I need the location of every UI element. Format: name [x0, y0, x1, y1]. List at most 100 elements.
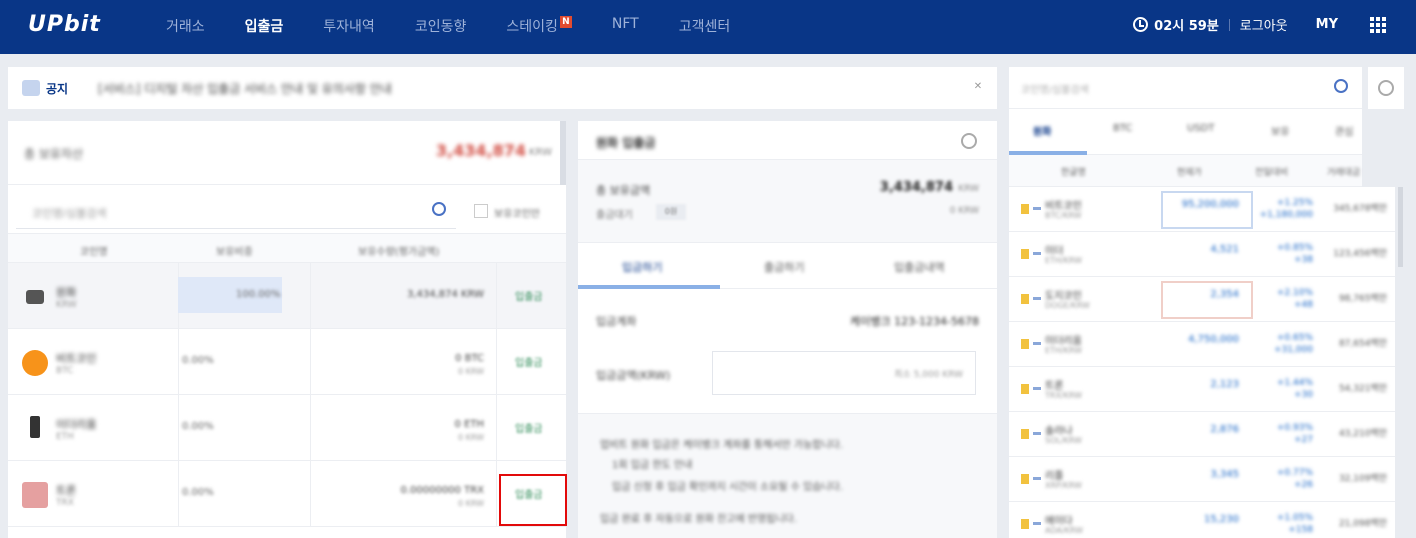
- market-change: +1.25% +1,180,000: [1260, 197, 1313, 221]
- hold-only-checkbox[interactable]: [474, 204, 488, 218]
- upbit-logo[interactable]: UPbit: [28, 12, 101, 37]
- deposit-withdraw-button[interactable]: 입출금: [515, 420, 543, 435]
- info-line: 업비트 원화 입금은 케이뱅크 계좌를 통해서만 가능합니다.: [600, 440, 844, 451]
- market-coin-name: 비트코인: [1045, 201, 1082, 212]
- tab-usdt[interactable]: USDT: [1187, 123, 1214, 134]
- scrollbar[interactable]: [1398, 187, 1403, 267]
- col-korean-name[interactable]: 한글명: [1061, 165, 1086, 178]
- market-price: 3,345: [1210, 469, 1239, 480]
- tab-history[interactable]: 입출금내역: [894, 259, 945, 275]
- market-price: 95,200,000: [1181, 199, 1239, 210]
- close-icon[interactable]: ✕: [971, 81, 985, 95]
- market-coin-symbol: ETH/KRW: [1045, 346, 1083, 355]
- amount-placeholder: 최소 5,000 KRW: [894, 370, 963, 380]
- col-hold-ratio[interactable]: 보유비중: [216, 243, 253, 258]
- deposit-info-box: 업비트 원화 입금은 케이뱅크 계좌를 통해서만 가능합니다. 1회 입금 한도…: [578, 413, 997, 538]
- nav-investments[interactable]: 투자내역: [323, 16, 375, 36]
- nav-coin-trends[interactable]: 코인동향: [415, 16, 467, 36]
- market-price: 4,521: [1210, 244, 1239, 255]
- market-row[interactable]: 도지코인 DOGE/KRW 2,354 +2.10% +48 98,765백만: [1009, 277, 1395, 322]
- chart-icon[interactable]: [1033, 432, 1041, 435]
- table-row[interactable]: 비트코인 BTC 0.00% 0 BTC 0 KRW 입출금: [8, 329, 566, 395]
- pending-value: 0 KRW: [949, 206, 979, 216]
- market-row[interactable]: 이더리움 ETH/KRW 4,750,000 +0.65% +31,000 87,654백…: [1009, 322, 1395, 367]
- market-table-header: 한글명 현재가 전일대비 거래대금: [1009, 155, 1362, 187]
- table-row[interactable]: 원화 KRW 100.00% 3,434,874 KRW 입출금: [8, 263, 566, 329]
- market-tabs: 원화 BTC USDT 보유 관심: [1009, 109, 1362, 155]
- tron-icon: [22, 482, 48, 508]
- nav-deposit-withdraw[interactable]: 입출금: [245, 16, 284, 36]
- col-coin-name[interactable]: 코인명: [80, 243, 108, 258]
- tab-withdraw[interactable]: 출금하기: [764, 259, 804, 275]
- market-change: +0.77% +26: [1277, 467, 1313, 491]
- star-icon[interactable]: [1021, 384, 1029, 394]
- table-row[interactable]: 트론 TRX 0.00% 0.00000000 TRX 0 KRW 입출금: [8, 461, 567, 527]
- nav-customer-center[interactable]: 고객센터: [679, 16, 731, 36]
- chart-icon[interactable]: [1033, 342, 1041, 345]
- tab-holdings[interactable]: 보유: [1271, 123, 1289, 138]
- col-change[interactable]: 전일대비: [1255, 165, 1288, 178]
- hold-amount-krw: 0 KRW: [457, 433, 484, 442]
- market-price: 2,123: [1210, 379, 1239, 390]
- deposit-amount-input[interactable]: 최소 5,000 KRW: [712, 351, 976, 395]
- col-volume[interactable]: 거래대금: [1327, 165, 1360, 178]
- market-row[interactable]: 리플 XRP/KRW 3,345 +0.77% +26 32,109백만: [1009, 457, 1395, 502]
- change-amount: +31,000: [1273, 345, 1313, 355]
- market-row[interactable]: 비트코인 BTC/KRW 95,200,000 +1.25% +1,180,000 345…: [1009, 187, 1395, 232]
- gear-icon[interactable]: [961, 133, 977, 149]
- notice-text[interactable]: [서비스] 디지털 자산 입출금 서비스 안내 및 유의사항 안내: [98, 80, 392, 97]
- chart-icon[interactable]: [1033, 522, 1041, 525]
- hold-ratio: 0.00%: [182, 355, 214, 366]
- market-price: 2,354: [1210, 289, 1239, 300]
- app-grid-icon[interactable]: [1370, 16, 1386, 33]
- col-hold-amount[interactable]: 보유수량(평가금액): [358, 243, 439, 258]
- star-icon[interactable]: [1021, 474, 1029, 484]
- nav-nft[interactable]: NFT: [612, 16, 639, 36]
- tab-krw[interactable]: 원화: [1033, 123, 1051, 138]
- chart-icon[interactable]: [1033, 252, 1041, 255]
- gear-icon[interactable]: [1378, 80, 1394, 96]
- search-icon[interactable]: [1334, 79, 1348, 93]
- my-page-link[interactable]: MY: [1316, 17, 1338, 32]
- total-assets-row: 총 보유자산 3,434,874 KRW: [8, 121, 566, 185]
- deposit-withdraw-button[interactable]: 입출금: [515, 288, 543, 303]
- table-row[interactable]: 이더리움 ETH 0.00% 0 ETH 0 KRW 입출금: [8, 395, 566, 461]
- search-icon[interactable]: [432, 202, 446, 216]
- market-row[interactable]: 에이다 ADA/KRW 15,230 +1.05% +158 21,098백만: [1009, 502, 1395, 538]
- market-row[interactable]: 솔라나 SOL/KRW 2,876 +0.93% +27 43,210백만: [1009, 412, 1395, 457]
- market-coin-name: 에이다: [1045, 516, 1073, 527]
- market-row[interactable]: 트론 TRX/KRW 2,123 +1.44% +30 54,321백만: [1009, 367, 1395, 412]
- chart-icon[interactable]: [1033, 387, 1041, 390]
- star-icon[interactable]: [1021, 294, 1029, 304]
- star-icon[interactable]: [1021, 519, 1029, 529]
- market-coin-symbol: ADA/KRW: [1045, 526, 1084, 535]
- tab-deposit[interactable]: 입금하기: [622, 259, 662, 275]
- logout-link[interactable]: 로그아웃: [1240, 15, 1288, 34]
- deposit-withdraw-panel: 원화 입출금 총 보유금액 3,434,874 KRW 출금대기 0원 0 KR…: [578, 121, 997, 538]
- chart-icon[interactable]: [1033, 477, 1041, 480]
- change-rate: +1.44%: [1276, 378, 1313, 388]
- chart-icon[interactable]: [1033, 207, 1041, 210]
- market-volume: 32,109백만: [1338, 474, 1387, 484]
- market-settings[interactable]: [1368, 67, 1404, 109]
- market-search-input[interactable]: 코인명/심볼검색: [1009, 67, 1362, 109]
- col-price[interactable]: 현재가: [1177, 165, 1202, 178]
- scrollbar[interactable]: [560, 121, 566, 185]
- notice-bar[interactable]: 공지 [서비스] 디지털 자산 입출금 서비스 안내 및 유의사항 안내 ✕: [8, 67, 997, 109]
- market-coin-name: 솔라나: [1045, 426, 1073, 437]
- chart-icon[interactable]: [1033, 297, 1041, 300]
- coin-search-input[interactable]: 코인명/심볼검색: [16, 193, 456, 229]
- star-icon[interactable]: [1021, 204, 1029, 214]
- tab-btc[interactable]: BTC: [1113, 123, 1132, 134]
- market-row[interactable]: 이더 ETH/KRW 4,521 +0.85% +38 123,456백만: [1009, 232, 1395, 277]
- star-icon[interactable]: [1021, 249, 1029, 259]
- hold-only-label[interactable]: 보유코인만: [494, 205, 540, 220]
- nav-staking[interactable]: 스테이킹 N: [506, 16, 572, 36]
- market-price: 4,750,000: [1188, 334, 1239, 345]
- tab-favorites[interactable]: 관심: [1335, 123, 1353, 138]
- nav-exchange[interactable]: 거래소: [166, 16, 205, 36]
- star-icon[interactable]: [1021, 339, 1029, 349]
- hold-ratio: 100.00%: [236, 289, 281, 300]
- deposit-withdraw-button[interactable]: 입출금: [515, 354, 543, 369]
- star-icon[interactable]: [1021, 429, 1029, 439]
